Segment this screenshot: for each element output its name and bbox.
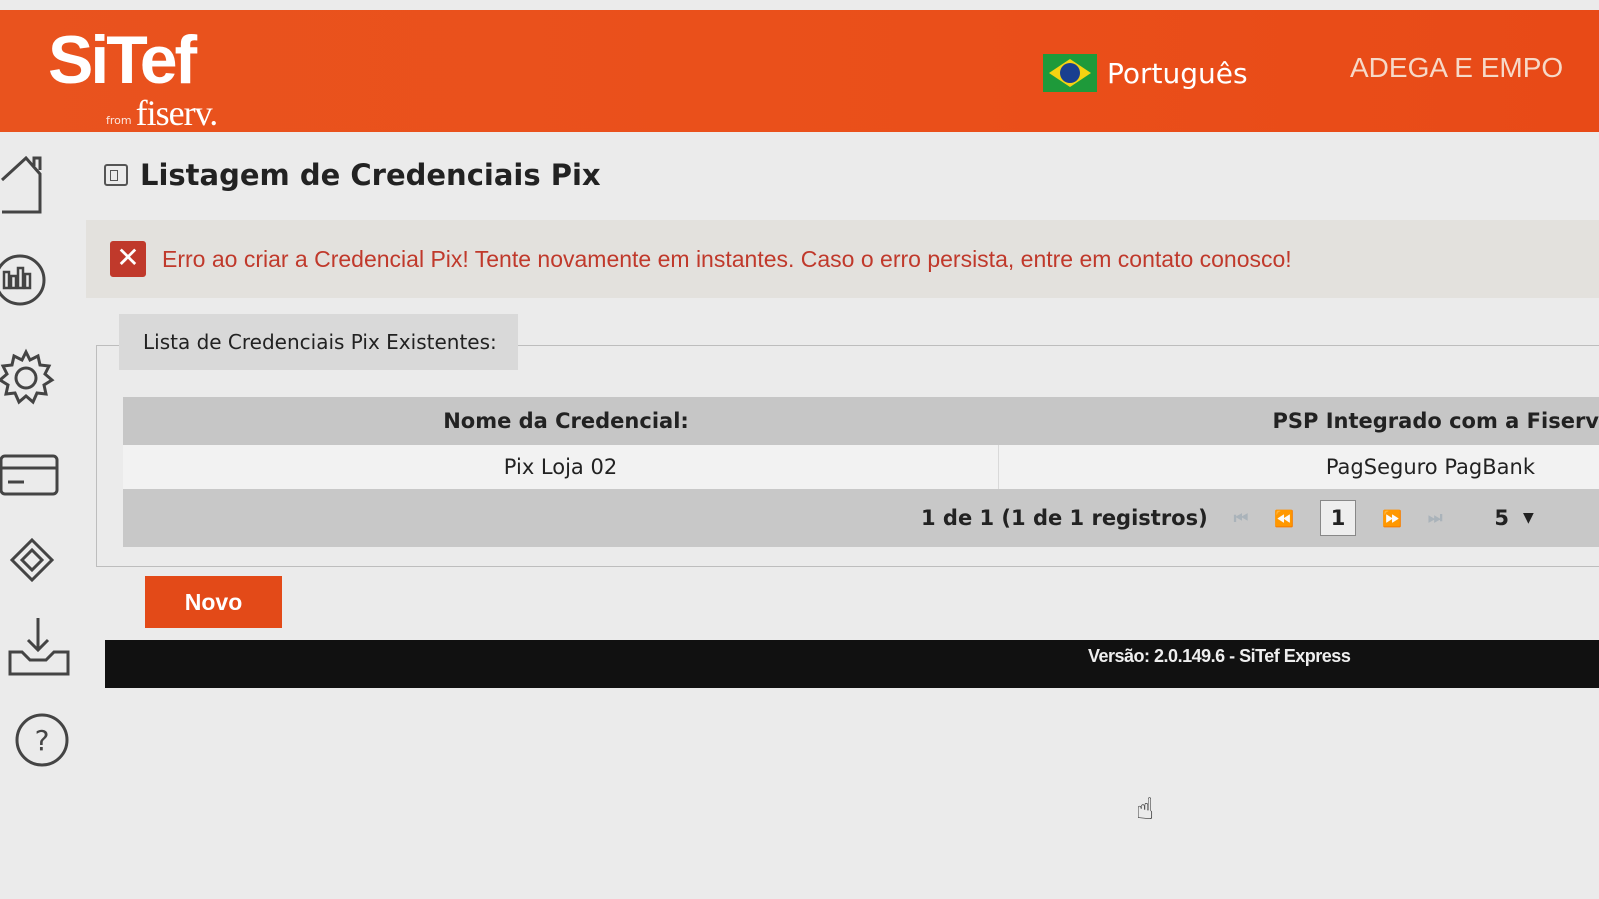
- table-row[interactable]: Pix Loja 02 PagSeguro PagBank: [123, 445, 1599, 489]
- language-selector[interactable]: Português: [1043, 54, 1248, 92]
- footer-bar: [105, 640, 1599, 688]
- top-header: SiTef from fiserv. Português ADEGA E EMPO: [0, 10, 1599, 133]
- cell-credential-name: Pix Loja 02: [123, 445, 999, 489]
- chevron-down-icon[interactable]: ▼: [1523, 510, 1534, 526]
- prev-page-icon[interactable]: ⏪: [1274, 509, 1294, 528]
- error-message: Erro ao criar a Credencial Pix! Tente no…: [162, 245, 1292, 272]
- hand-cursor-icon: ☝: [1136, 792, 1155, 827]
- close-icon[interactable]: ✕: [110, 241, 146, 277]
- company-name[interactable]: ADEGA E EMPO: [1350, 52, 1563, 84]
- logo-text: SiTef: [48, 22, 197, 98]
- gear-icon[interactable]: [0, 348, 56, 408]
- column-header-psp[interactable]: PSP Integrado com a Fiserv: [999, 409, 1599, 433]
- sidebar-nav: ?: [0, 132, 90, 899]
- column-header-name[interactable]: Nome da Credencial:: [123, 409, 999, 433]
- language-label: Português: [1107, 56, 1248, 90]
- next-page-icon[interactable]: ⏩: [1382, 509, 1402, 528]
- chart-icon[interactable]: [0, 250, 48, 310]
- pager-info: 1 de 1 (1 de 1 registros): [921, 506, 1208, 530]
- paginator: 1 de 1 (1 de 1 registros) ⏮ ⏪ 1 ⏩ ⏭ 5 ▼: [123, 489, 1599, 547]
- home-icon[interactable]: [0, 156, 46, 214]
- card-icon[interactable]: [0, 450, 62, 500]
- pix-icon[interactable]: [10, 538, 56, 582]
- table-header: Nome da Credencial: PSP Integrado com a …: [123, 397, 1599, 445]
- cell-psp: PagSeguro PagBank: [1325, 455, 1535, 479]
- logo-sub: from fiserv.: [106, 92, 219, 134]
- version-text: Versão: 2.0.149.6 - SiTef Express: [1088, 646, 1351, 666]
- last-page-icon[interactable]: ⏭: [1428, 508, 1442, 528]
- page-title: Listagem de Credenciais Pix: [140, 158, 601, 192]
- logo-brand-text: fiserv.: [135, 93, 219, 133]
- brazil-flag-icon: [1043, 54, 1097, 92]
- logo-from-text: from: [106, 114, 132, 127]
- page-icon: [104, 164, 128, 186]
- fieldset-legend: Lista de Credenciais Pix Existentes:: [119, 314, 518, 370]
- help-icon[interactable]: ?: [14, 712, 70, 768]
- page-header: Listagem de Credenciais Pix: [104, 158, 601, 192]
- current-page-button[interactable]: 1: [1320, 500, 1357, 536]
- credentials-table: Nome da Credencial: PSP Integrado com a …: [123, 397, 1599, 547]
- svg-text:?: ?: [35, 724, 50, 757]
- sitef-logo[interactable]: SiTef from fiserv.: [48, 22, 218, 133]
- page-size-select[interactable]: 5: [1494, 506, 1509, 530]
- download-icon[interactable]: [8, 616, 72, 678]
- new-button[interactable]: Novo: [145, 576, 282, 628]
- error-alert: ✕ Erro ao criar a Credencial Pix! Tente …: [86, 220, 1599, 298]
- first-page-icon[interactable]: ⏮: [1234, 508, 1248, 528]
